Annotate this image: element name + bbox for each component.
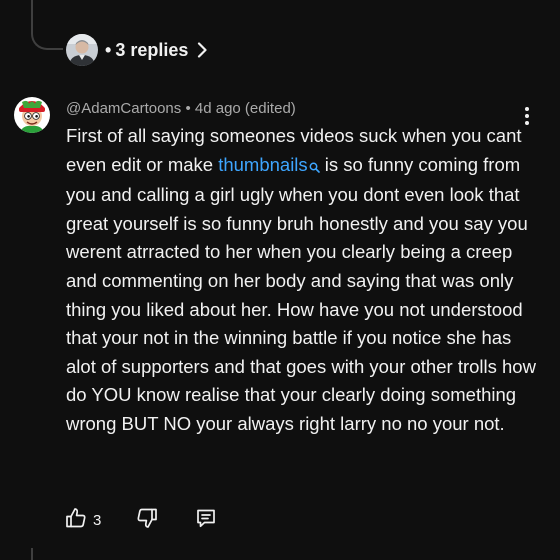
dislike-button[interactable] [135, 506, 159, 535]
thread-line-bottom [31, 548, 33, 560]
thread-connector [31, 20, 63, 50]
view-replies-button[interactable]: • 3 replies [66, 33, 208, 67]
reply-button[interactable] [194, 506, 218, 535]
comment-author-name[interactable]: @AdamCartoons [66, 100, 181, 117]
like-count: 3 [93, 511, 102, 529]
thumb-down-icon[interactable] [135, 506, 159, 535]
chevron-right-icon[interactable] [197, 42, 208, 58]
replies-count-label[interactable]: 3 replies [115, 40, 188, 61]
search-link[interactable]: thumbnails [218, 154, 320, 175]
comment-timestamp[interactable]: 4d ago (edited) [195, 100, 296, 117]
replies-separator: • [105, 39, 112, 60]
comment-text-part: is so funny coming from you and calling … [66, 153, 536, 434]
thumb-up-icon[interactable] [64, 506, 88, 535]
comment-meta: @AdamCartoons • 4d ago (edited) [66, 100, 296, 117]
comment-actions: 3 [64, 506, 218, 534]
comment-author-avatar[interactable] [14, 97, 50, 133]
search-icon[interactable] [309, 153, 320, 182]
comment-text: First of all saying someones videos suck… [66, 122, 538, 439]
search-link-text[interactable]: thumbnails [218, 154, 307, 175]
like-button[interactable]: 3 [64, 506, 101, 535]
reply-comment-icon[interactable] [194, 506, 218, 535]
reply-avatar[interactable] [66, 34, 98, 66]
meta-separator: • [181, 100, 195, 117]
